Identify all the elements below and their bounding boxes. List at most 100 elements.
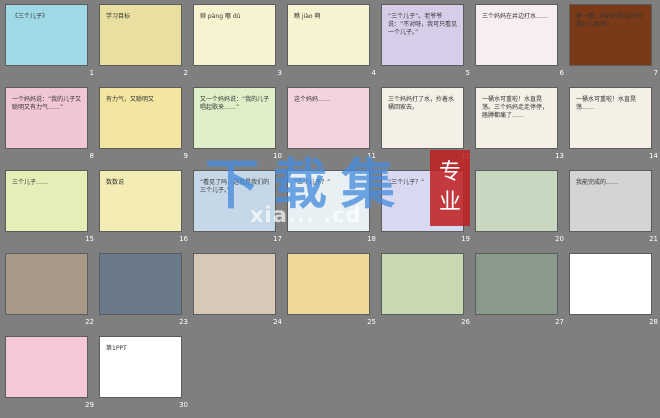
slide-thumbnail[interactable]: 我能完成的…… 21	[569, 170, 660, 252]
slide-thumbnail-text: 瞧 jiào 啊	[294, 13, 321, 20]
slide-thumbnail-image[interactable]: 一桶水可重啦！水直晃荡。三个妈妈走走停停，胳膊都痛了……	[475, 87, 558, 149]
slide-number: 23	[179, 318, 188, 326]
slide-thumbnail[interactable]: 学习目标 2	[99, 4, 194, 86]
slide-thumbnail[interactable]: 29	[5, 336, 100, 418]
slide-thumbnail-text: 又一个妈妈说：“我的儿子唱起歌来……”	[200, 96, 270, 111]
slide-thumbnail-image[interactable]: 第1PPT	[99, 336, 182, 398]
slide-thumbnail[interactable]: 26	[381, 253, 476, 335]
slide-thumbnail-image[interactable]: 这个妈妈……	[287, 87, 370, 149]
slide-number: 9	[183, 152, 188, 160]
slide-thumbnail-text: 学习目标	[106, 13, 131, 20]
slide-number: 7	[653, 69, 658, 77]
slide-thumbnail-image[interactable]: 三个妈妈打了水，拎着水桶回家去。	[381, 87, 464, 149]
slide-thumbnail[interactable]: 瞧 jiào 啊 4	[287, 4, 382, 86]
slide-thumbnail-text: 这个妈妈……	[294, 96, 331, 103]
slide-thumbnail-image[interactable]	[287, 253, 370, 315]
slide-thumbnail[interactable]: 第1PPT 30	[99, 336, 194, 418]
slide-thumbnail[interactable]: 三个妈妈在井边打水…… 6	[475, 4, 570, 86]
slide-thumbnail[interactable]: 三个儿子…… 15	[5, 170, 100, 252]
slide-thumbnail-text: 三个妈妈打了水，拎着水桶回家去。	[388, 96, 455, 111]
slide-thumbnail[interactable]: 27	[475, 253, 570, 335]
slide-thumbnail[interactable]: 一桶水可重啦！水直晃荡。三个妈妈走走停停，胳膊都痛了…… 13	[475, 87, 570, 169]
slide-number: 27	[555, 318, 564, 326]
slide-thumbnail-image[interactable]: 瞧 jiào 啊	[287, 4, 370, 66]
slide-thumbnail-image[interactable]: 又一个妈妈说：“我的儿子唱起歌来……”	[193, 87, 276, 149]
slide-thumbnail[interactable]: “三个儿子”。老爷爷说：“不对呀，我可只看见一个儿子。” 5	[381, 4, 476, 86]
slide-thumbnail[interactable]: 一桶水可重啦！水直晃荡…… 14	[569, 87, 660, 169]
slide-number: 4	[371, 69, 376, 77]
slide-thumbnail[interactable]: 23	[99, 253, 194, 335]
slide-thumbnail[interactable]: 第一题：妈妈们的话分别是什么意思？ 7	[569, 4, 660, 86]
slide-number: 17	[273, 235, 282, 243]
slide-number: 19	[461, 235, 470, 243]
slide-thumbnail-image[interactable]: 辫 pàng 嘟 dū	[193, 4, 276, 66]
slide-number: 30	[179, 401, 188, 409]
slide-thumbnail-text: “三个儿子”。老爷爷说：“不对呀，我可只看见一个儿子。”	[388, 13, 458, 36]
slide-number: 16	[179, 235, 188, 243]
slide-thumbnail[interactable]: 24	[193, 253, 288, 335]
slide-thumbnail-image[interactable]	[5, 336, 88, 398]
slide-thumbnail-image[interactable]	[475, 170, 558, 232]
slide-number: 22	[85, 318, 94, 326]
watermark-badge: 专业	[430, 150, 470, 226]
slide-number: 20	[555, 235, 564, 243]
slide-thumbnail-image[interactable]	[569, 253, 652, 315]
slide-thumbnail[interactable]: 数数说 16	[99, 170, 194, 252]
slide-number: 14	[649, 152, 658, 160]
slide-thumbnail-image[interactable]: 一桶水可重啦！水直晃荡……	[569, 87, 652, 149]
slide-number: 21	[649, 235, 658, 243]
slide-thumbnail-text: 三个妈妈在井边打水……	[482, 13, 549, 20]
slide-number: 2	[183, 69, 188, 77]
slide-thumbnail-image[interactable]: 一个妈妈说：“我的儿子又聪明又有力气……”	[5, 87, 88, 149]
slide-thumbnail-text: 一个妈妈说：“我的儿子又聪明又有力气……”	[12, 96, 82, 111]
slide-thumbnail-text: 一桶水可重啦！水直晃荡。三个妈妈走走停停，胳膊都痛了……	[482, 96, 549, 119]
slide-number: 13	[555, 152, 564, 160]
slide-number: 24	[273, 318, 282, 326]
slide-thumbnail-text: 有力气，又聪明又	[106, 96, 155, 103]
slide-thumbnail[interactable]: 20	[475, 170, 570, 252]
slide-thumbnail-image[interactable]	[475, 253, 558, 315]
slide-thumbnail[interactable]: 28	[569, 253, 660, 335]
slide-thumbnail-image[interactable]: “三个儿子”。老爷爷说：“不对呀，我可只看见一个儿子。”	[381, 4, 464, 66]
slide-thumbnail-image[interactable]: 三个妈妈在井边打水……	[475, 4, 558, 66]
slide-thumbnail-image[interactable]: 学习目标	[99, 4, 182, 66]
slide-thumbnail-image[interactable]: 有力气，又聪明又	[99, 87, 182, 149]
slide-thumbnail-image[interactable]: 数数说	[99, 170, 182, 232]
slide-thumbnail-image[interactable]: 《三个儿子》	[5, 4, 88, 66]
slide-number: 6	[559, 69, 564, 77]
slide-thumbnail-image[interactable]	[381, 253, 464, 315]
slide-thumbnail-text: 第1PPT	[106, 345, 127, 352]
slide-number: 10	[273, 152, 282, 160]
slide-thumbnail[interactable]: 辫 pàng 嘟 dū 3	[193, 4, 288, 86]
slide-thumbnail[interactable]: 25	[287, 253, 382, 335]
slide-thumbnail-text: 《三个儿子》	[12, 13, 49, 20]
slide-thumbnail-text: 我能完成的……	[576, 179, 619, 186]
slide-thumbnail-text: 一桶水可重啦！水直晃荡……	[576, 96, 637, 111]
slide-thumbnail-text: 三个儿子……	[12, 179, 49, 186]
slide-thumbnail-image[interactable]	[99, 253, 182, 315]
slide-thumbnail-text: 第一题：妈妈们的话分别是什么意思？	[576, 13, 643, 28]
slide-thumbnail[interactable]: 22	[5, 253, 100, 335]
slide-number: 15	[85, 235, 94, 243]
slide-thumbnail-image[interactable]: 我能完成的……	[569, 170, 652, 232]
slide-thumbnail[interactable]: 《三个儿子》 1	[5, 4, 100, 86]
slide-thumbnail-text: “看见了吗，这就是我们的三个儿子。”	[200, 179, 270, 194]
slide-thumbnail[interactable]: 有力气，又聪明又 9	[99, 87, 194, 169]
slide-thumbnail[interactable]: 一个妈妈说：“我的儿子又聪明又有力气……” 8	[5, 87, 100, 169]
slide-number: 26	[461, 318, 470, 326]
slide-thumbnail[interactable]: 又一个妈妈说：“我的儿子唱起歌来……” 10	[193, 87, 288, 169]
slide-thumbnail-text: 数数说	[106, 179, 125, 186]
slide-number: 18	[367, 235, 376, 243]
slide-thumbnail-image[interactable]	[5, 253, 88, 315]
slide-thumbnail-text: 辫 pàng 嘟 dū	[200, 13, 241, 20]
slide-number: 11	[367, 152, 376, 160]
slide-number: 8	[89, 152, 94, 160]
slide-thumbnail-image[interactable]	[193, 253, 276, 315]
slide-thumbnail[interactable]: 这个妈妈…… 11	[287, 87, 382, 169]
slide-number: 25	[367, 318, 376, 326]
watermark-url: xia... .cd	[250, 203, 362, 227]
slide-number: 1	[89, 69, 94, 77]
slide-thumbnail-image[interactable]: 第一题：妈妈们的话分别是什么意思？	[569, 4, 652, 66]
slide-thumbnail-text: “三个儿子？”	[294, 179, 331, 186]
slide-thumbnail-image[interactable]: 三个儿子……	[5, 170, 88, 232]
